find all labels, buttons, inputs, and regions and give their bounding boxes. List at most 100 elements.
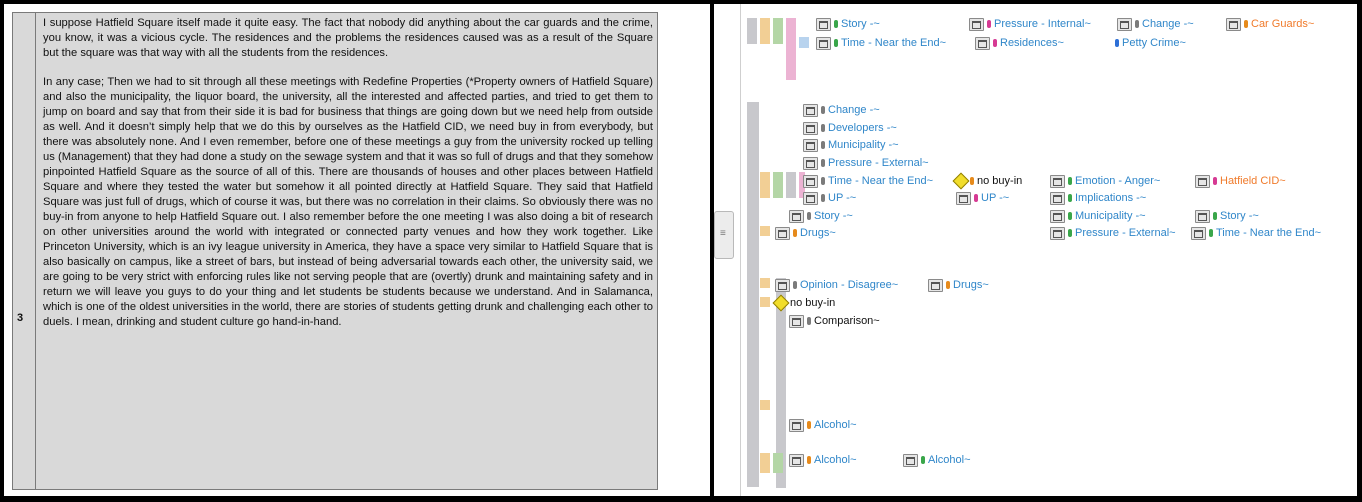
code-time-near-end[interactable]: Time - Near the End~ xyxy=(816,36,946,50)
code-label: Drugs~ xyxy=(953,279,989,291)
code-color-dot xyxy=(1068,212,1072,220)
code-time-near-end[interactable]: Time - Near the End~ xyxy=(1191,226,1321,240)
code-color-dot xyxy=(1209,229,1213,237)
code-hatfield-cid[interactable]: Hatfield CID~ xyxy=(1195,174,1286,188)
paragraph-cell[interactable]: I suppose Hatfield Square itself made it… xyxy=(43,16,653,330)
code-municipality[interactable]: Municipality -~ xyxy=(1050,209,1146,223)
code-color-dot xyxy=(821,141,825,149)
memo-icon xyxy=(969,17,984,31)
code-pressure-internal[interactable]: Pressure - Internal~ xyxy=(969,17,1091,31)
code-time-near-end[interactable]: Time - Near the End~ xyxy=(803,174,933,188)
code-color-dot xyxy=(1213,177,1217,185)
code-label: Hatfield CID~ xyxy=(1220,175,1286,187)
memo-icon xyxy=(803,191,818,205)
code-color-dot xyxy=(946,281,950,289)
code-implications[interactable]: Implications -~ xyxy=(1050,191,1146,205)
document-pane: 3 I suppose Hatfield Square itself made … xyxy=(4,4,710,496)
coding-stripe[interactable] xyxy=(760,400,770,410)
memo-icon xyxy=(803,121,818,135)
code-color-dot xyxy=(807,212,811,220)
code-alcohol[interactable]: Alcohol~ xyxy=(789,453,857,467)
code-up[interactable]: UP -~ xyxy=(803,191,856,205)
code-label: Drugs~ xyxy=(800,227,836,239)
code-car-guards[interactable]: Car Guards~ xyxy=(1226,17,1314,31)
coding-stripe[interactable] xyxy=(786,18,796,80)
row-number: 3 xyxy=(17,312,24,324)
code-municipality[interactable]: Municipality -~ xyxy=(803,138,899,152)
code-opinion-disagree[interactable]: Opinion - Disagree~ xyxy=(775,278,898,292)
code-label: Time - Near the End~ xyxy=(1216,227,1322,239)
code-story[interactable]: Story -~ xyxy=(789,209,853,223)
code-color-dot xyxy=(834,20,838,28)
code-petty-crime[interactable]: Petty Crime~ xyxy=(1115,36,1186,50)
document-table: 3 I suppose Hatfield Square itself made … xyxy=(12,12,658,490)
code-story[interactable]: Story -~ xyxy=(1195,209,1259,223)
coding-stripe[interactable] xyxy=(773,18,783,44)
code-alcohol[interactable]: Alcohol~ xyxy=(903,453,971,467)
code-label: Emotion - Anger~ xyxy=(1075,175,1161,187)
coding-stripe[interactable] xyxy=(773,172,783,198)
code-label: Time - Near the End~ xyxy=(841,37,947,49)
code-up[interactable]: UP -~ xyxy=(956,191,1009,205)
coding-stripe[interactable] xyxy=(786,172,796,198)
memo-icon xyxy=(775,278,790,292)
code-color-dot xyxy=(970,177,974,185)
code-drugs[interactable]: Drugs~ xyxy=(928,278,989,292)
memo-icon xyxy=(928,278,943,292)
code-color-dot xyxy=(1068,194,1072,202)
splitter-grip[interactable]: ≡ xyxy=(714,211,734,259)
code-label: Implications -~ xyxy=(1075,192,1147,204)
memo-icon xyxy=(789,418,804,432)
code-no-buy-in[interactable]: no buy-in xyxy=(952,172,1022,190)
code-change[interactable]: Change -~ xyxy=(1117,17,1194,31)
coding-stripe[interactable] xyxy=(760,172,770,198)
code-color-dot xyxy=(821,159,825,167)
grip-icon: ≡ xyxy=(720,228,726,239)
code-emotion-anger[interactable]: Emotion - Anger~ xyxy=(1050,174,1160,188)
coding-stripe[interactable] xyxy=(760,226,770,236)
coding-stripe[interactable] xyxy=(773,453,783,473)
splitter[interactable]: ≡ xyxy=(714,4,741,496)
code-color-dot xyxy=(987,20,991,28)
coding-stripe[interactable] xyxy=(799,37,809,48)
code-residences[interactable]: Residences~ xyxy=(975,36,1064,50)
memo-diamond-icon xyxy=(772,294,790,312)
code-color-dot xyxy=(1068,177,1072,185)
code-color-dot xyxy=(793,281,797,289)
paragraph-1: I suppose Hatfield Square itself made it… xyxy=(43,17,653,59)
code-label: Municipality -~ xyxy=(1075,210,1146,222)
coding-stripe[interactable] xyxy=(760,18,770,44)
coding-stripe[interactable] xyxy=(747,102,759,487)
code-label: Pressure - Internal~ xyxy=(994,18,1091,30)
memo-icon xyxy=(1191,226,1206,240)
code-drugs[interactable]: Drugs~ xyxy=(775,226,836,240)
code-label: Story -~ xyxy=(814,210,853,222)
memo-icon xyxy=(1195,174,1210,188)
code-story[interactable]: Story -~ xyxy=(816,17,880,31)
code-pressure-external[interactable]: Pressure - External~ xyxy=(803,156,929,170)
code-color-dot xyxy=(921,456,925,464)
code-comparison[interactable]: Comparison~ xyxy=(789,314,880,328)
memo-icon xyxy=(789,209,804,223)
code-color-dot xyxy=(1135,20,1139,28)
row-number-cell: 3 xyxy=(13,13,36,489)
code-label: no buy-in xyxy=(790,297,836,309)
code-pressure-external[interactable]: Pressure - External~ xyxy=(1050,226,1176,240)
memo-icon xyxy=(789,453,804,467)
code-label: Alcohol~ xyxy=(928,454,971,466)
memo-icon xyxy=(803,103,818,117)
code-label: Pressure - External~ xyxy=(828,157,929,169)
code-developers[interactable]: Developers -~ xyxy=(803,121,897,135)
code-color-dot xyxy=(807,317,811,325)
memo-icon xyxy=(789,314,804,328)
coding-stripe[interactable] xyxy=(760,297,770,307)
code-alcohol[interactable]: Alcohol~ xyxy=(789,418,857,432)
coding-stripe[interactable] xyxy=(747,18,757,44)
code-color-dot xyxy=(834,39,838,47)
coding-stripe[interactable] xyxy=(760,278,770,288)
code-no-buy-in[interactable]: no buy-in xyxy=(772,294,836,312)
coding-stripe[interactable] xyxy=(760,453,770,473)
code-change[interactable]: Change -~ xyxy=(803,103,880,117)
code-label: Comparison~ xyxy=(814,315,880,327)
code-label: Change -~ xyxy=(828,104,880,116)
